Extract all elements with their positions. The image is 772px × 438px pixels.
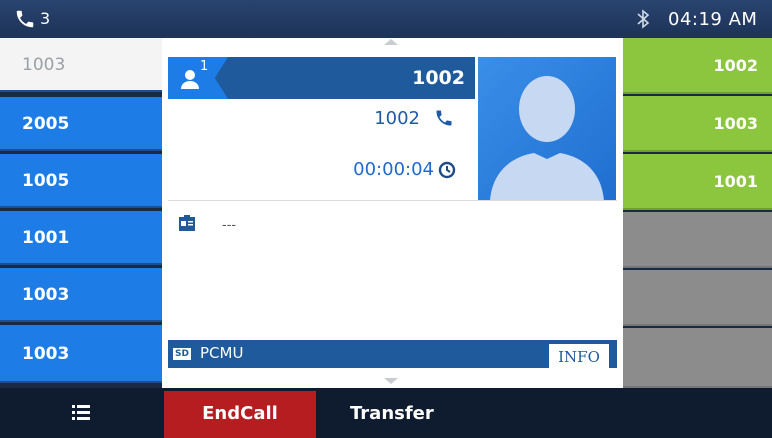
contact-card-icon [179, 215, 195, 231]
menu-button[interactable] [0, 388, 162, 438]
line-keys-right: 1002 1003 1001 [623, 38, 772, 388]
line-key-6[interactable]: 1003 [0, 325, 162, 383]
status-bar: 3 04:19 AM [0, 0, 772, 38]
sd-badge: SD [173, 348, 191, 360]
scroll-down-icon[interactable] [384, 378, 398, 384]
end-call-button[interactable]: EndCall [164, 391, 316, 438]
blf-key-2[interactable]: 1003 [623, 96, 772, 152]
active-call-count: 3 [40, 9, 51, 28]
bluetooth-icon [637, 9, 650, 29]
blf-key-4[interactable] [623, 212, 772, 268]
clock-time: 04:19 AM [668, 9, 758, 30]
clock-icon [438, 161, 456, 179]
divider [168, 200, 617, 201]
transfer-button[interactable]: Transfer [330, 391, 490, 438]
phone-icon [16, 10, 34, 28]
call-panel: 1 1002 1002 00:00:04 --- SD PCMU INFO [162, 38, 623, 388]
call-memo: --- [222, 218, 237, 233]
line-key-3[interactable]: 1005 [0, 154, 162, 208]
menu-list-icon [72, 405, 90, 420]
line-keys-left: 1003 2005 1005 1001 1003 1003 [0, 38, 162, 388]
blf-key-3[interactable]: 1001 [623, 154, 772, 210]
user-icon [181, 70, 199, 89]
blf-key-1[interactable]: 1002 [623, 38, 772, 94]
codec-bar: SD PCMU INFO [168, 340, 617, 368]
line-key-5[interactable]: 1003 [0, 268, 162, 322]
contact-avatar [478, 57, 616, 201]
remote-number: 1002 [374, 108, 420, 129]
remote-name: 1002 [412, 67, 465, 89]
scroll-up-icon[interactable] [384, 39, 398, 45]
codec-name: PCMU [200, 344, 244, 362]
call-header: 1 1002 [168, 57, 475, 99]
blf-key-5[interactable] [623, 270, 772, 326]
info-button[interactable]: INFO [549, 344, 609, 368]
line-key-2[interactable]: 2005 [0, 97, 162, 151]
line-key-1[interactable]: 1003 [0, 38, 162, 92]
blf-key-6[interactable] [623, 328, 772, 388]
phone-icon [436, 110, 452, 126]
call-duration: 00:00:04 [353, 159, 434, 180]
line-index: 1 [200, 59, 209, 74]
line-key-4[interactable]: 1001 [0, 211, 162, 265]
softkey-bar: EndCall Transfer [0, 388, 772, 438]
